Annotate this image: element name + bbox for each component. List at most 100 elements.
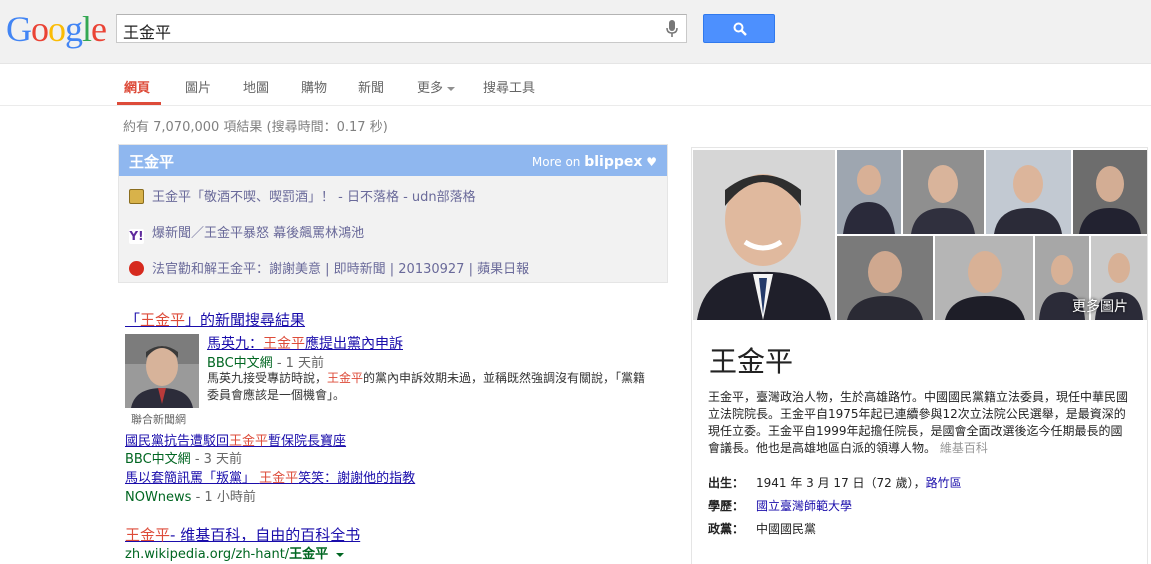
- tab-shopping[interactable]: 購物: [301, 77, 327, 96]
- news-result-title[interactable]: 馬英九：王金平應提出黨內申訴: [207, 333, 403, 353]
- source-name: BBC中文網: [207, 356, 273, 371]
- yahoo-favicon-icon: Y!: [129, 229, 144, 244]
- description-source-link[interactable]: 維基百科: [940, 441, 988, 455]
- portrait-image: [847, 251, 923, 320]
- kp-thumb-photo[interactable]: [837, 150, 901, 234]
- title-highlight: 王金平: [125, 526, 171, 544]
- tab-more[interactable]: 更多: [417, 77, 456, 96]
- thumbnail-caption: 聯合新聞網: [131, 413, 186, 426]
- title-text: 馬以套簡訊罵「叛黨」: [125, 471, 260, 486]
- blippex-box: 王金平 More on blippex ♥ 王金平「敬酒不喫、喫罰酒」！ - 日…: [118, 144, 668, 283]
- kp-description: 王金平，臺灣政治人物，生於高雄路竹。中國國民黨籍立法委員，現任中華民國立法院院長…: [708, 389, 1133, 457]
- apple-favicon-icon: [129, 261, 144, 276]
- kp-fact-birth: 出生： 1941 年 3 月 17 日（72 歲），路竹區: [708, 474, 962, 491]
- search-icon: [733, 22, 747, 36]
- source-name: BBC中文網: [125, 452, 191, 467]
- tab-news[interactable]: 新聞: [358, 77, 384, 96]
- title-text: - 维基百科，自由的百科全书: [170, 526, 361, 544]
- news-section-heading[interactable]: 「王金平」的新聞搜尋結果: [125, 309, 305, 330]
- chevron-down-icon: [447, 86, 456, 91]
- fact-value: 1941 年 3 月 17 日（72 歲），: [756, 476, 926, 490]
- title-text: 暫保院長寶座: [268, 434, 347, 449]
- blippex-item[interactable]: 王金平「敬酒不喫、喫罰酒」！ - 日不落格 - udn部落格: [129, 186, 476, 205]
- fact-value: 中國國民黨: [756, 522, 817, 536]
- source-age: - 1 天前: [272, 356, 325, 371]
- url-text: zh.wikipedia.org/zh-hant/: [125, 547, 290, 562]
- kp-fact-party: 政黨： 中國國民黨: [708, 520, 816, 537]
- blippex-item-text: 爆新聞／王金平暴怒 幕後飆罵林鴻池: [152, 226, 365, 241]
- more-images-link[interactable]: 更多圖片: [1072, 296, 1128, 316]
- source-name: NOWnews: [125, 490, 192, 505]
- udn-favicon-icon: [129, 189, 144, 204]
- active-tab-indicator: [117, 102, 161, 105]
- kp-main-photo[interactable]: [693, 150, 835, 320]
- search-nav: 網頁 圖片 地圖 購物 新聞 更多 搜尋工具: [0, 64, 1151, 106]
- blippex-header: 王金平 More on blippex ♥: [119, 145, 667, 176]
- wiki-result-url: zh.wikipedia.org/zh-hant/王金平: [125, 543, 345, 562]
- chevron-down-icon[interactable]: [336, 552, 345, 557]
- blippex-title[interactable]: 王金平: [129, 151, 174, 172]
- kp-fact-education: 學歷： 國立臺灣師範大學: [708, 497, 852, 514]
- title-text: 笑笑：謝謝他的指教: [298, 471, 416, 486]
- heading-highlight: 王金平: [140, 311, 186, 329]
- url-highlight: 王金平: [289, 547, 329, 562]
- title-text: 國民黨抗告遭駁回: [125, 434, 230, 449]
- news-result-title[interactable]: 馬以套簡訊罵「叛黨」 王金平笑笑：謝謝他的指教: [125, 467, 415, 486]
- source-age: - 3 天前: [190, 452, 243, 467]
- search-button[interactable]: [703, 14, 775, 43]
- title-text: 馬英九：: [207, 336, 263, 352]
- description-text: 王金平，臺灣政治人物，生於高雄路竹。中國國民黨籍立法委員，現任中華民國立法院院長…: [708, 390, 1129, 455]
- kp-thumb-photo[interactable]: [1073, 150, 1147, 234]
- google-logo[interactable]: Google: [6, 10, 107, 48]
- blippex-item-text: 法官勸和解王金平：謝謝美意 | 即時新聞 | 20130927 | 蘋果日報: [152, 262, 530, 277]
- microphone-icon[interactable]: [666, 20, 678, 38]
- search-box[interactable]: 王金平: [116, 14, 687, 43]
- source-age: - 1 小時前: [191, 490, 256, 505]
- tab-search-tools[interactable]: 搜尋工具: [483, 77, 535, 96]
- kp-thumb-photo[interactable]: [837, 236, 933, 320]
- title-text: 應提出黨內申訴: [305, 336, 403, 352]
- blippex-item-text: 王金平「敬酒不喫、喫罰酒」！ - 日不落格 - udn部落格: [152, 190, 476, 205]
- kp-thumb-photo[interactable]: [903, 150, 984, 234]
- title-highlight: 王金平: [259, 471, 299, 486]
- kp-entity-name: 王金平: [709, 345, 794, 378]
- tab-maps[interactable]: 地圖: [243, 77, 269, 96]
- news-thumbnail[interactable]: [125, 334, 199, 408]
- heading-text: 」的新聞搜尋結果: [185, 311, 306, 329]
- tab-images[interactable]: 圖片: [185, 77, 211, 96]
- portrait-image: [911, 165, 975, 234]
- fact-label: 學歷：: [708, 499, 745, 513]
- fact-link[interactable]: 路竹區: [926, 476, 962, 490]
- news-result-source: BBC中文網 - 3 天前: [125, 448, 242, 467]
- portrait-image: [693, 150, 835, 320]
- news-result-snippet: 馬英九接受專訪時說，王金平的黨內申訴效期未過，並稱既然強調沒有關說，「黨籍委員會…: [207, 370, 647, 404]
- tab-web[interactable]: 網頁: [124, 77, 150, 96]
- title-highlight: 王金平: [229, 434, 269, 449]
- news-result-title[interactable]: 國民黨抗告遭駁回王金平暫保院長寶座: [125, 430, 346, 449]
- top-bar: Google 王金平: [0, 0, 1151, 64]
- portrait-image: [994, 165, 1062, 234]
- portrait-image: [125, 334, 199, 408]
- news-result-source: NOWnews - 1 小時前: [125, 486, 256, 505]
- blippex-item[interactable]: 法官勸和解王金平：謝謝美意 | 即時新聞 | 20130927 | 蘋果日報: [129, 258, 529, 277]
- fact-link[interactable]: 國立臺灣師範大學: [756, 499, 852, 513]
- heading-text: 「: [125, 311, 141, 329]
- search-input[interactable]: 王金平: [123, 19, 171, 43]
- portrait-image: [1079, 166, 1141, 234]
- portrait-image: [945, 251, 1025, 320]
- tab-more-label: 更多: [417, 81, 444, 96]
- kp-thumb-photo[interactable]: [986, 150, 1071, 234]
- blippex-more-prefix: More on: [531, 155, 581, 169]
- fact-label: 政黨：: [708, 522, 745, 536]
- blippex-brand: blippex: [584, 154, 643, 170]
- portrait-image: [843, 165, 895, 234]
- heart-icon: ♥: [646, 155, 657, 169]
- title-highlight: 王金平: [263, 336, 305, 352]
- blippex-more-link[interactable]: More on blippex ♥: [532, 154, 657, 170]
- blippex-item[interactable]: Y! 爆新聞／王金平暴怒 幕後飆罵林鴻池: [129, 222, 364, 244]
- fact-label: 出生：: [708, 476, 745, 490]
- snippet-text: 馬英九接受專訪時說，: [207, 371, 328, 385]
- news-result-source: BBC中文網 - 1 天前: [207, 352, 324, 371]
- wiki-result-title[interactable]: 王金平- 维基百科，自由的百科全书: [125, 524, 360, 545]
- kp-thumb-photo[interactable]: [935, 236, 1033, 320]
